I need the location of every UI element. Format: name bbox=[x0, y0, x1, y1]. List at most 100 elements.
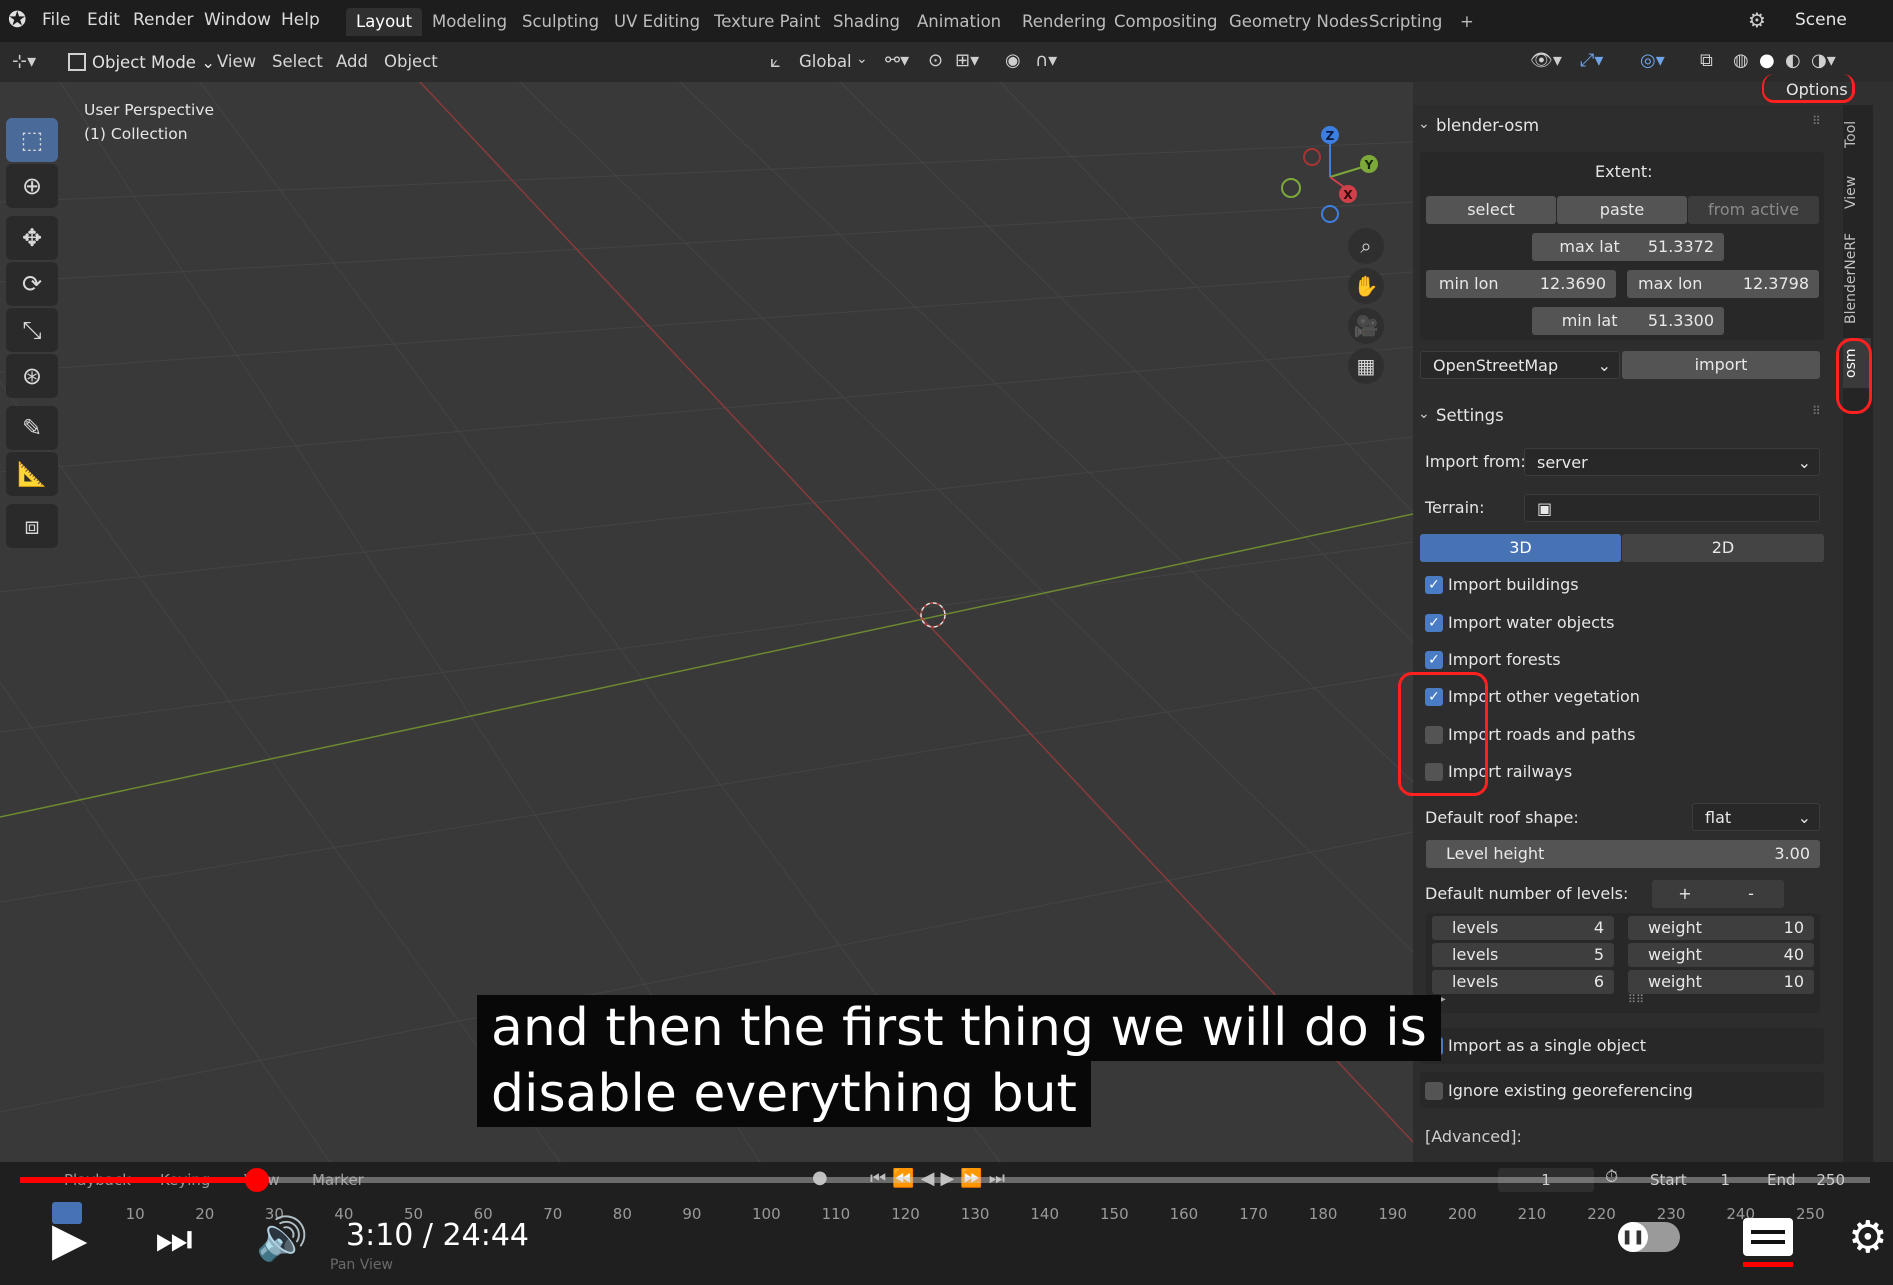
autoplay-toggle[interactable]: ❚❚ bbox=[1618, 1222, 1680, 1252]
levels-row-1[interactable]: levels 4 bbox=[1432, 916, 1614, 940]
levels-add-button[interactable]: + - bbox=[1652, 880, 1784, 908]
snap-target-icon[interactable]: ⊞▾ bbox=[955, 50, 979, 71]
tab-view[interactable]: View bbox=[1843, 170, 1871, 215]
tab-rendering[interactable]: Rendering bbox=[1012, 8, 1116, 36]
min-lat-field[interactable]: min lat 51.3300 bbox=[1532, 307, 1724, 335]
next-video-icon[interactable]: ⏭ bbox=[155, 1214, 193, 1264]
levels-row-2[interactable]: levels 5 bbox=[1432, 943, 1614, 967]
blender-logo-icon[interactable]: ✪ bbox=[8, 8, 26, 33]
menu-edit[interactable]: Edit bbox=[87, 10, 120, 30]
roof-shape-dropdown[interactable]: flat ⌄ bbox=[1692, 803, 1820, 831]
collapse-chevron-icon[interactable]: ⌄ bbox=[1418, 406, 1430, 422]
orientation-selector[interactable]: Global bbox=[799, 52, 852, 71]
xray-icon[interactable]: ⧉ bbox=[1700, 50, 1713, 71]
snap-icon[interactable]: ⊙ bbox=[928, 50, 943, 71]
menu-render[interactable]: Render bbox=[133, 10, 194, 30]
pivot-icon[interactable]: ⚯▾ bbox=[885, 50, 909, 71]
play-icon[interactable]: ▶ bbox=[52, 1212, 87, 1266]
mode-selector[interactable]: Object Mode ⌄ bbox=[62, 50, 221, 76]
measure-tool[interactable]: 📐 bbox=[6, 452, 58, 496]
collapse-chevron-icon[interactable]: ⌄ bbox=[1418, 116, 1430, 132]
tab-texture-paint[interactable]: Texture Paint bbox=[704, 8, 830, 36]
settings-title[interactable]: Settings bbox=[1436, 406, 1504, 425]
extent-paste-button[interactable]: paste bbox=[1557, 196, 1687, 224]
falloff-icon[interactable]: ∩▾ bbox=[1035, 50, 1057, 71]
scale-tool[interactable]: ⤡ bbox=[6, 308, 58, 352]
list-resize-handle-icon[interactable]: ⠿⠿ bbox=[1628, 993, 1644, 1006]
menu-help[interactable]: Help bbox=[281, 10, 320, 30]
drag-handle-icon[interactable]: ⠿ bbox=[1812, 114, 1821, 128]
osm-panel-title[interactable]: blender-osm bbox=[1436, 116, 1539, 135]
level-height-field[interactable]: Level height 3.00 bbox=[1426, 840, 1820, 868]
menu-window[interactable]: Window bbox=[204, 10, 271, 30]
add-cube-tool[interactable]: ⧈ bbox=[6, 504, 58, 548]
cursor-tool[interactable]: ⊕ bbox=[6, 164, 58, 208]
extent-from-active-button[interactable]: from active bbox=[1688, 196, 1819, 224]
import-button[interactable]: import bbox=[1622, 351, 1820, 379]
rotate-tool[interactable]: ⟳ bbox=[6, 262, 58, 306]
editor-type-icon[interactable]: ⊹▾ bbox=[12, 51, 36, 72]
tab-animation[interactable]: Animation bbox=[907, 8, 1011, 36]
rendered-shading-icon[interactable]: ◑▾ bbox=[1811, 50, 1836, 71]
tab-compositing[interactable]: Compositing bbox=[1104, 8, 1227, 36]
tab-modeling[interactable]: Modeling bbox=[422, 8, 517, 36]
mode-2d-tab[interactable]: 2D bbox=[1622, 534, 1824, 562]
subtitles-icon[interactable] bbox=[1743, 1218, 1793, 1256]
max-lat-field[interactable]: max lat 51.3372 bbox=[1532, 233, 1724, 261]
video-scrubber-handle[interactable] bbox=[244, 1168, 269, 1192]
navigation-gizmo[interactable]: Z Y X bbox=[1270, 122, 1380, 232]
terrain-field[interactable]: ▣ bbox=[1524, 494, 1820, 522]
visibility-icon[interactable]: 👁▾ bbox=[1530, 50, 1562, 71]
tab-geometry-nodes[interactable]: Geometry Nodes bbox=[1219, 8, 1378, 36]
tab-sculpting[interactable]: Sculpting bbox=[512, 8, 609, 36]
data-source-dropdown[interactable]: OpenStreetMap ⌄ bbox=[1420, 351, 1620, 379]
weight-row-3[interactable]: weight 10 bbox=[1628, 970, 1814, 994]
transform-orientation-icon[interactable]: ⟀ bbox=[770, 51, 781, 72]
import-buildings-checkbox[interactable]: ✓ bbox=[1425, 576, 1443, 594]
perspective-grid-icon[interactable]: ▦ bbox=[1348, 348, 1384, 384]
menu-object[interactable]: Object bbox=[384, 52, 438, 71]
settings-gear-icon[interactable]: ⚙ bbox=[1848, 1212, 1887, 1263]
tab-blendernerf[interactable]: BlenderNeRF bbox=[1843, 228, 1871, 328]
zoom-icon[interactable]: ⌕ bbox=[1348, 228, 1384, 264]
weight-row-1[interactable]: weight 10 bbox=[1628, 916, 1814, 940]
min-lon-field[interactable]: min lon 12.3690 bbox=[1426, 270, 1616, 298]
material-shading-icon[interactable]: ◐ bbox=[1785, 50, 1801, 71]
menu-view[interactable]: View bbox=[217, 52, 256, 71]
add-workspace-button[interactable]: + bbox=[1450, 8, 1484, 36]
proportional-edit-icon[interactable]: ◉ bbox=[1005, 50, 1021, 71]
gizmo-toggle-icon[interactable]: ⤢▾ bbox=[1580, 50, 1603, 71]
import-water-checkbox[interactable]: ✓ bbox=[1425, 614, 1443, 632]
import-forests-checkbox[interactable]: ✓ bbox=[1425, 651, 1443, 669]
menu-add[interactable]: Add bbox=[336, 52, 368, 71]
move-tool[interactable]: ✥ bbox=[6, 216, 58, 260]
import-from-dropdown[interactable]: server ⌄ bbox=[1524, 448, 1820, 476]
wireframe-shading-icon[interactable]: ◍ bbox=[1733, 50, 1749, 71]
menu-file[interactable]: File bbox=[42, 10, 70, 30]
drag-handle-icon[interactable]: ⠿ bbox=[1812, 404, 1821, 418]
advanced-label[interactable]: [Advanced]: bbox=[1425, 1127, 1522, 1146]
video-progress-track[interactable] bbox=[20, 1168, 1870, 1192]
tab-uv-editing[interactable]: UV Editing bbox=[604, 8, 710, 36]
scene-selector[interactable]: Scene bbox=[1795, 10, 1847, 30]
max-lon-field[interactable]: max lon 12.3798 bbox=[1627, 270, 1819, 298]
tab-scripting[interactable]: Scripting bbox=[1359, 8, 1452, 36]
tab-shading[interactable]: Shading bbox=[823, 8, 910, 36]
tab-layout[interactable]: Layout bbox=[346, 8, 423, 36]
pan-hand-icon[interactable]: ✋ bbox=[1348, 268, 1384, 304]
mode-3d-tab[interactable]: 3D bbox=[1420, 534, 1621, 562]
weight-row-2[interactable]: weight 40 bbox=[1628, 943, 1814, 967]
scene-icon[interactable]: ⚙ bbox=[1748, 8, 1766, 32]
annotate-tool[interactable]: ✎ bbox=[6, 406, 58, 450]
extent-select-button[interactable]: select bbox=[1426, 196, 1556, 224]
overlay-icon[interactable]: ◎▾ bbox=[1640, 50, 1665, 71]
tab-tool[interactable]: Tool bbox=[1843, 112, 1871, 157]
solid-shading-icon[interactable]: ● bbox=[1759, 50, 1775, 71]
volume-icon[interactable]: 🔊 bbox=[256, 1214, 308, 1264]
camera-icon[interactable]: 🎥 bbox=[1348, 308, 1384, 344]
select-box-tool[interactable]: ⬚ bbox=[6, 118, 58, 162]
menu-select[interactable]: Select bbox=[272, 52, 323, 71]
ignore-georef-checkbox[interactable] bbox=[1425, 1082, 1443, 1100]
transform-tool[interactable]: ⊛ bbox=[6, 354, 58, 398]
levels-row-3[interactable]: levels 6 bbox=[1432, 970, 1614, 994]
